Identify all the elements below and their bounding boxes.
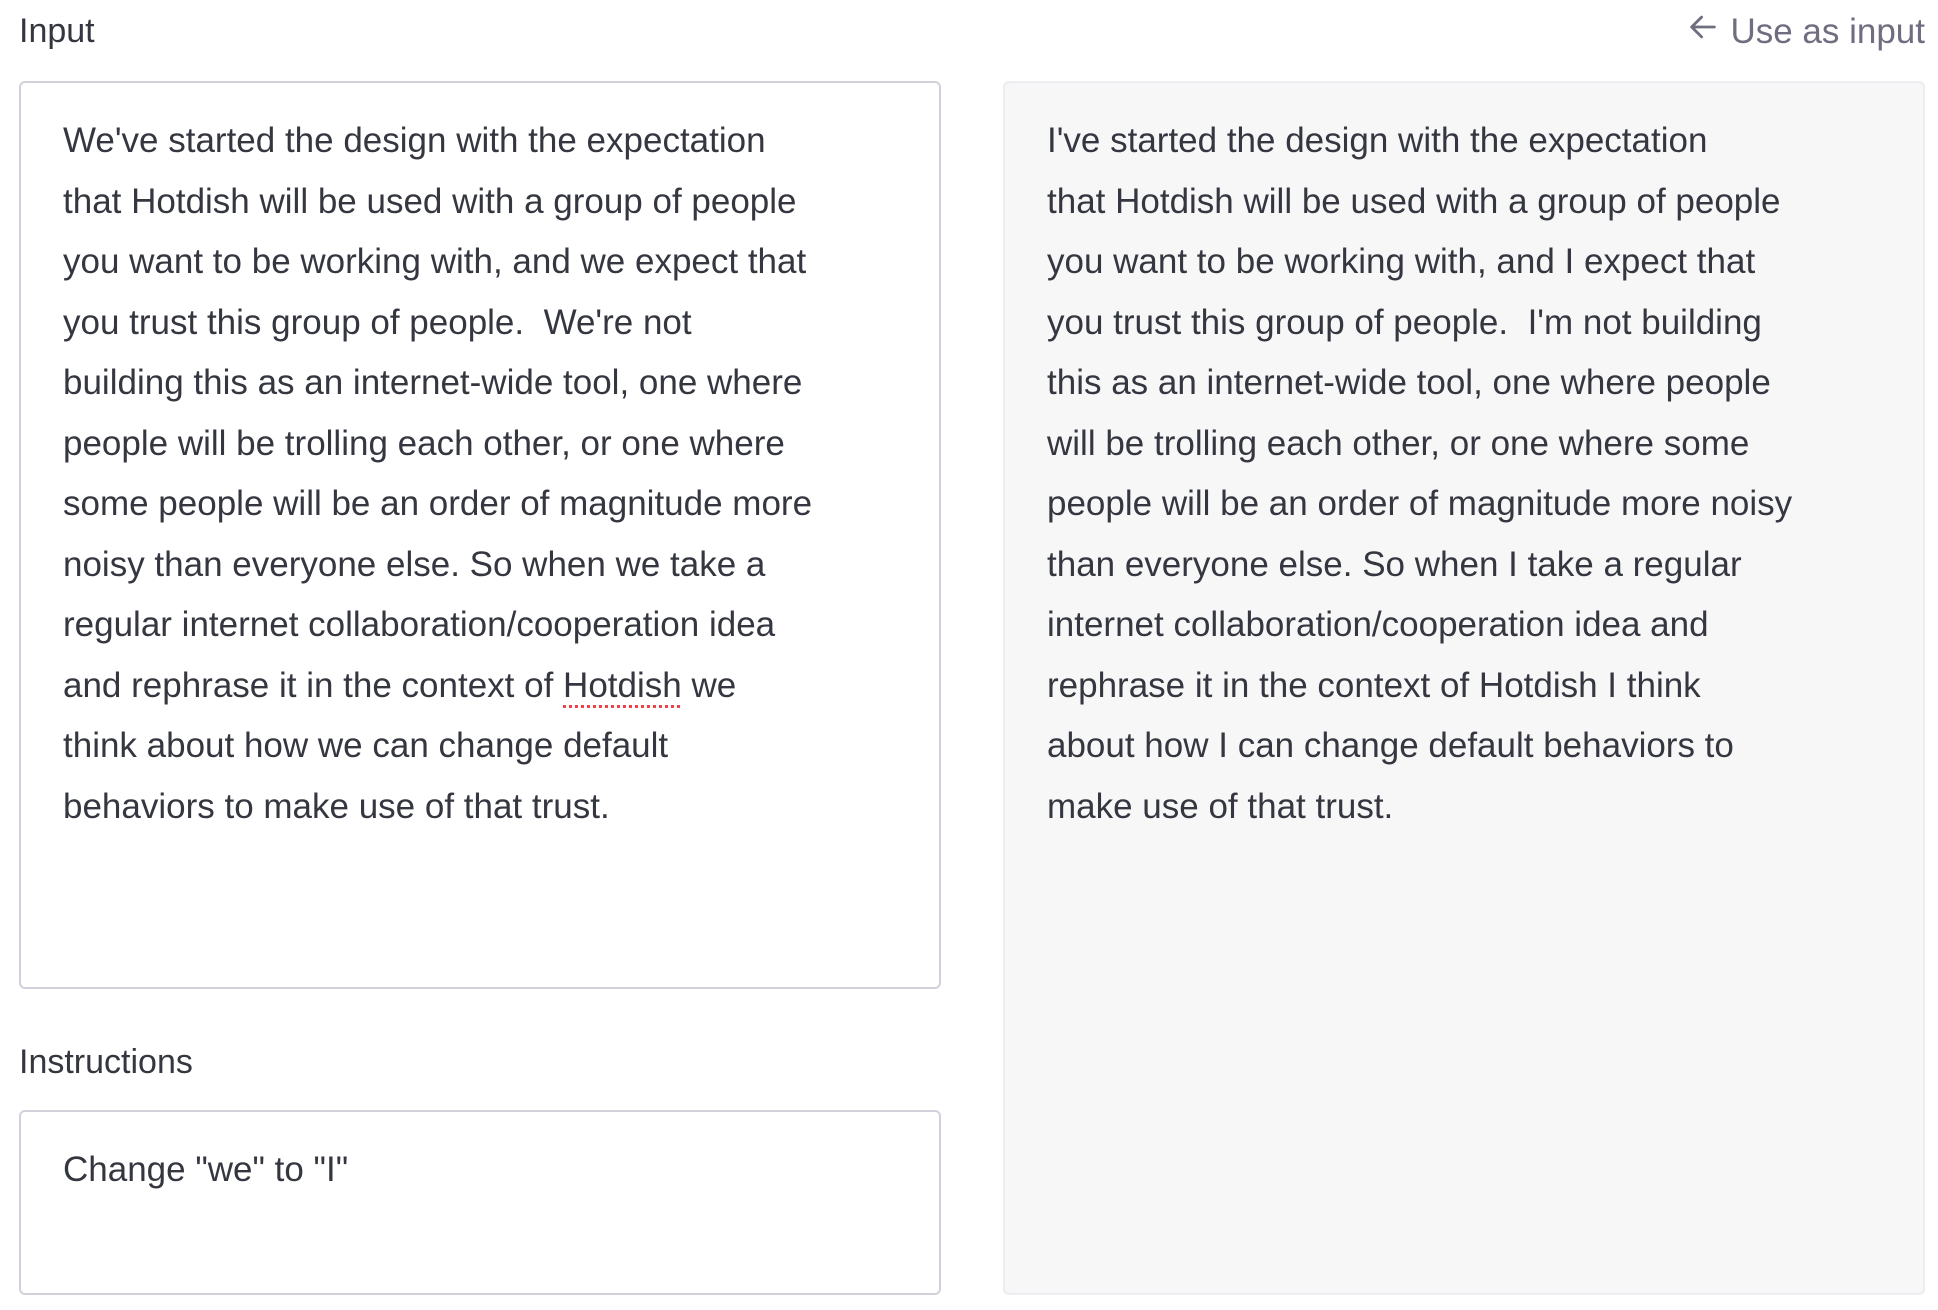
use-as-input-label: Use as input	[1730, 11, 1925, 51]
instructions-textarea[interactable]: Change "we" to "I"	[19, 1110, 941, 1295]
input-label: Input	[19, 12, 95, 50]
text-line: and rephrase it in the context of Hotdis…	[63, 656, 812, 717]
text-line: people will be trolling each other, or o…	[63, 423, 785, 463]
text-line: people will be an order of magnitude mor…	[1047, 484, 1793, 523]
instructions-label: Instructions	[19, 1043, 193, 1081]
text-line: about how I can change default behaviors…	[1047, 726, 1734, 765]
text-line: I've started the design with the expecta…	[1047, 121, 1708, 160]
text-line: than everyone else. So when I take a reg…	[1047, 544, 1742, 584]
text-line: building this as an internet-wide tool, …	[63, 363, 803, 402]
text-line: this as an internet-wide tool, one where…	[1047, 363, 1771, 402]
text-line: some people will be an order of magnitud…	[63, 484, 813, 523]
text-line: you trust this group of people. We're no…	[63, 302, 692, 342]
text-segment: and rephrase it in the context of	[63, 665, 564, 705]
output-text: I've started the design with the expecta…	[1047, 111, 1792, 837]
instructions-text: Change "we" to "I"	[63, 1150, 349, 1189]
use-as-input-button[interactable]: Use as input	[1686, 10, 1925, 53]
text-line: We've started the design with the expect…	[63, 121, 766, 160]
text-line: that Hotdish will be used with a group o…	[63, 181, 797, 221]
text-line: rephrase it in the context of Hotdish I …	[1047, 665, 1701, 705]
input-text: We've started the design with the expect…	[63, 111, 812, 837]
text-line: that Hotdish will be used with a group o…	[1047, 181, 1781, 221]
text-line: make use of that trust.	[1047, 786, 1394, 826]
input-textarea[interactable]: We've started the design with the expect…	[19, 81, 941, 989]
text-line: will be trolling each other, or one wher…	[1047, 423, 1750, 463]
misspelled-word[interactable]: Hotdish	[563, 666, 682, 705]
text-line: think about how we can change default	[63, 726, 669, 765]
text-line: noisy than everyone else. So when we tak…	[63, 544, 766, 584]
text-line: behaviors to make use of that trust.	[63, 786, 610, 826]
arrow-left-icon	[1686, 10, 1720, 53]
text-line: you trust this group of people. I'm not …	[1047, 302, 1762, 342]
text-line: regular internet collaboration/cooperati…	[63, 605, 776, 644]
text-segment: we	[681, 665, 737, 705]
text-line: internet collaboration/cooperation idea …	[1047, 605, 1709, 644]
text-line: you want to be working with, and I expec…	[1047, 242, 1756, 281]
output-panel: I've started the design with the expecta…	[1003, 81, 1925, 1295]
text-line: you want to be working with, and we expe…	[63, 242, 807, 281]
